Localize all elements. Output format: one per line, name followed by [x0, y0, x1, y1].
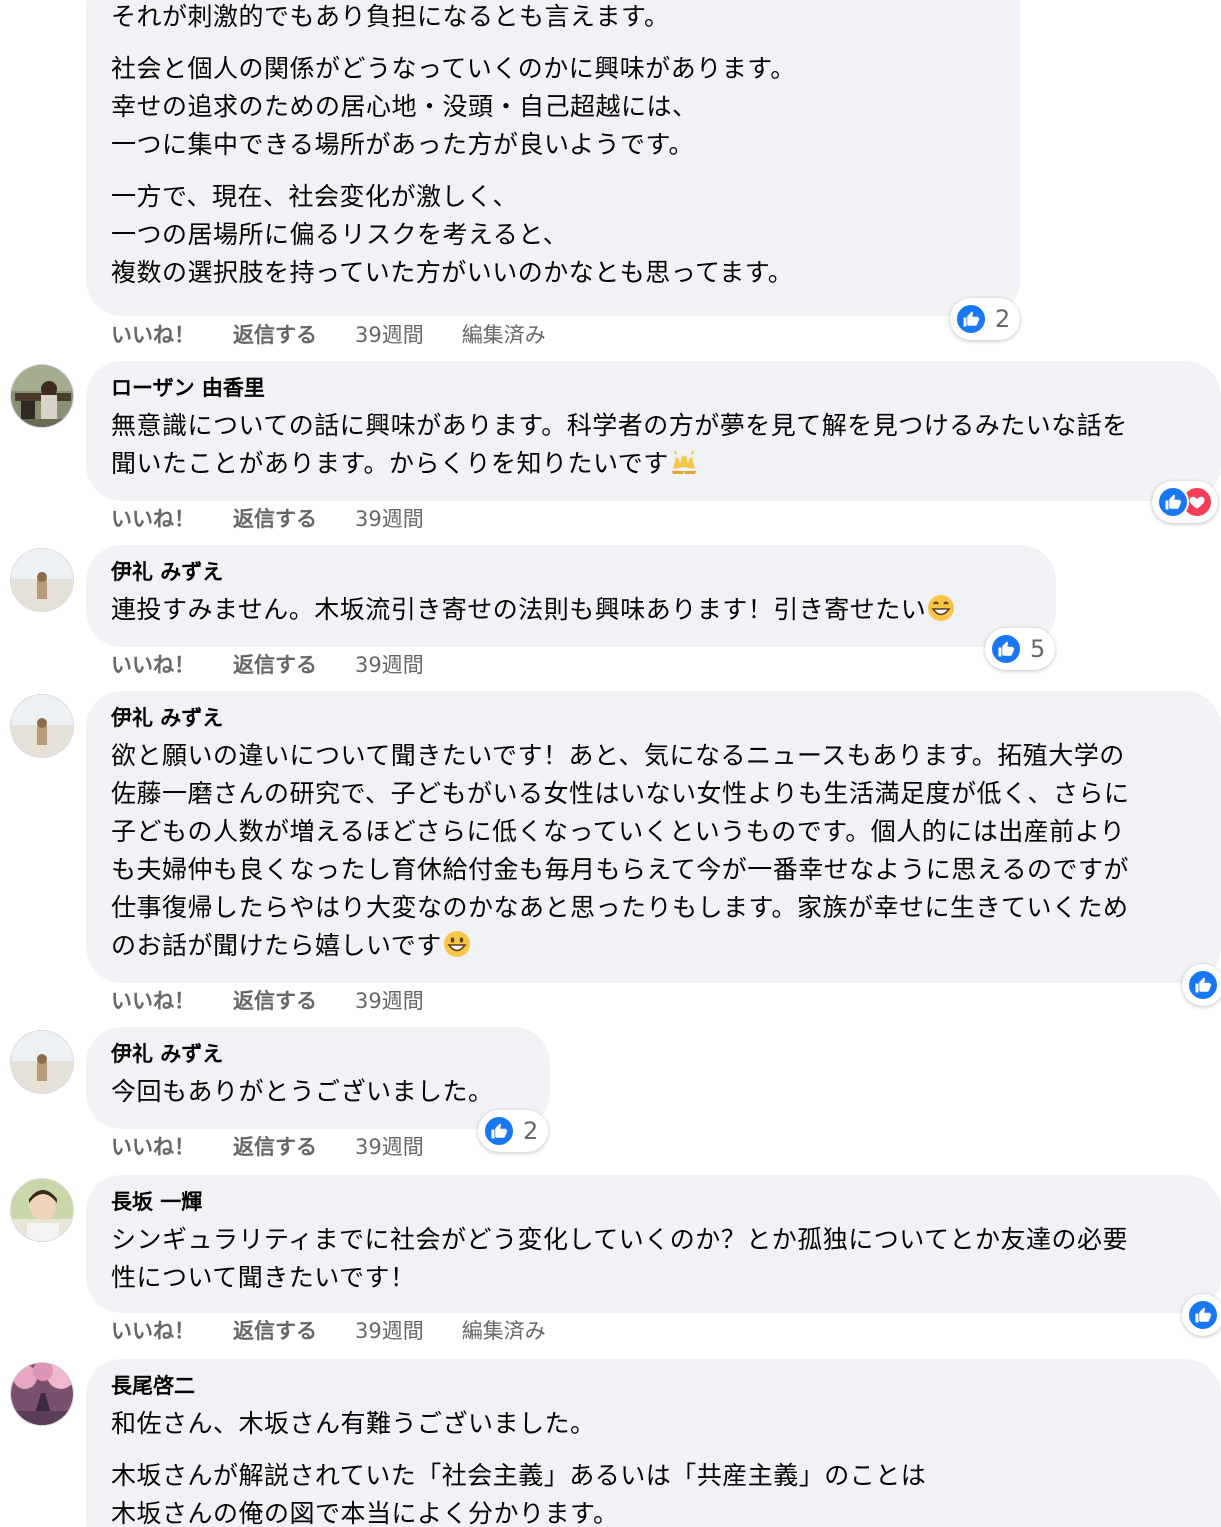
- like-icon: [955, 303, 987, 335]
- reaction-summary[interactable]: [1182, 1294, 1221, 1336]
- edited-label: 編集済み: [461, 1319, 546, 1343]
- timestamp[interactable]: 39週間: [355, 1134, 424, 1160]
- reply-link[interactable]: 返信する: [233, 652, 317, 678]
- comment-bubble: 伊礼 みずえ 欲と願いの違いについて聞きたいです！あと、気になるニュースもありま…: [86, 691, 1221, 983]
- comment-bubble: 伊礼 みずえ 今回もありがとうございました。: [86, 1027, 550, 1129]
- reply-link[interactable]: 返信する: [233, 506, 317, 532]
- comment-bubble: 長尾啓二 和佐さん、木坂さん有難うございました。 木坂さんが解説されていた「社会…: [86, 1359, 1221, 1527]
- comment-paragraph: 一方で、現在、社会変化が激しく、 一つの居場所に偏るリスクを考えると、 複数の選…: [111, 182, 794, 287]
- comment-author[interactable]: 伊礼 みずえ: [111, 1041, 526, 1067]
- like-icon: [483, 1115, 515, 1147]
- comment-actions: いいね！ 返信する 39週間: [111, 652, 462, 678]
- comment-paragraph: シンギュラリティまでに社会がどう変化していくのか？とか孤独についてとか友達の必要…: [111, 1225, 1129, 1292]
- comment-paragraph: 今回もありがとうございました。: [111, 1077, 494, 1106]
- comment-paragraph: 連投すみません。木坂流引き寄せの法則も興味あります！引き寄せたい: [111, 595, 927, 624]
- comment-bubble: それが刺激的でもあり負担になるとも言えます。 社会と個人の関係がどうなっていくの…: [86, 0, 1020, 316]
- comment-text: 無意識についての話に興味があります。科学者の方が夢を見て解を見つけるみたいな話を…: [111, 407, 1197, 483]
- reply-link[interactable]: 返信する: [233, 322, 317, 348]
- comment-paragraph: 無意識についての話に興味があります。科学者の方が夢を見て解を見つけるみたいな話を…: [111, 411, 1128, 478]
- comment-actions: いいね！ 返信する 39週間: [111, 506, 462, 532]
- like-link[interactable]: いいね！: [111, 322, 195, 348]
- like-link[interactable]: いいね！: [111, 1318, 195, 1344]
- comment-paragraph: それが刺激的でもあり負担になるとも言えます。: [111, 2, 670, 31]
- avatar[interactable]: [10, 1362, 74, 1426]
- reaction-summary[interactable]: [1182, 964, 1221, 1006]
- avatar[interactable]: [10, 694, 74, 758]
- reaction-count: 2: [995, 305, 1011, 333]
- timestamp[interactable]: 39週間: [355, 1318, 424, 1344]
- edited-label: 編集済み: [461, 323, 546, 347]
- comment-actions: いいね！ 返信する 39週間 編集済み: [111, 322, 584, 348]
- like-link[interactable]: いいね！: [111, 652, 195, 678]
- comment-author[interactable]: ローザン 由香里: [111, 375, 1197, 401]
- comment-author[interactable]: 伊礼 みずえ: [111, 559, 1032, 585]
- comment-author[interactable]: 長尾啓二: [111, 1373, 1197, 1399]
- like-link[interactable]: いいね！: [111, 506, 195, 532]
- reply-link[interactable]: 返信する: [233, 988, 317, 1014]
- comment-paragraph: 社会と個人の関係がどうなっていくのかに興味があります。 幸せの追求のための居心地…: [111, 54, 796, 159]
- comment-author[interactable]: 長坂 一輝: [111, 1189, 1197, 1215]
- avatar[interactable]: [10, 364, 74, 428]
- raising-hands-emoji-icon: [671, 450, 696, 474]
- avatar[interactable]: [10, 1030, 74, 1094]
- smile-emoji-icon: [443, 931, 470, 957]
- avatar[interactable]: [10, 548, 74, 612]
- comment-actions: いいね！ 返信する 39週間: [111, 988, 462, 1014]
- like-icon: [1187, 1299, 1219, 1331]
- comment-actions: いいね！ 返信する 39週間 編集済み: [111, 1318, 584, 1344]
- avatar[interactable]: [10, 1178, 74, 1242]
- like-icon: [990, 633, 1022, 665]
- timestamp[interactable]: 39週間: [355, 988, 424, 1014]
- comment-bubble: 長坂 一輝 シンギュラリティまでに社会がどう変化していくのか？とか孤独についてと…: [86, 1175, 1221, 1313]
- timestamp[interactable]: 39週間: [355, 322, 424, 348]
- reaction-count: 2: [523, 1117, 539, 1145]
- reaction-summary[interactable]: 2: [950, 298, 1021, 340]
- timestamp[interactable]: 39週間: [355, 652, 424, 678]
- like-link[interactable]: いいね！: [111, 1134, 195, 1160]
- comment-paragraph: 木坂さんが解説されていた「社会主義」あるいは「共産主義」のことは 木坂さんの俺の…: [111, 1461, 927, 1527]
- comment-text: 連投すみません。木坂流引き寄せの法則も興味あります！引き寄せたい: [111, 591, 1032, 629]
- like-icon: [1157, 486, 1189, 518]
- comment-bubble: 伊礼 みずえ 連投すみません。木坂流引き寄せの法則も興味あります！引き寄せたい: [86, 545, 1056, 647]
- comment-paragraph: 欲と願いの違いについて聞きたいです！あと、気になるニュースもあります。拓殖大学の…: [111, 741, 1130, 960]
- reaction-summary[interactable]: [1152, 481, 1218, 523]
- reaction-count: 5: [1030, 635, 1046, 663]
- reaction-summary[interactable]: 5: [985, 628, 1056, 670]
- comment-author[interactable]: 伊礼 みずえ: [111, 705, 1197, 731]
- comment-paragraph: 和佐さん、木坂さん有難うございました。: [111, 1409, 596, 1438]
- timestamp[interactable]: 39週間: [355, 506, 424, 532]
- reply-link[interactable]: 返信する: [233, 1318, 317, 1344]
- comment-actions: いいね！ 返信する 39週間: [111, 1134, 462, 1160]
- like-link[interactable]: いいね！: [111, 988, 195, 1014]
- comment-text: 欲と願いの違いについて聞きたいです！あと、気になるニュースもあります。拓殖大学の…: [111, 737, 1197, 965]
- grinning-emoji-icon: [928, 595, 955, 621]
- reaction-summary[interactable]: 2: [478, 1110, 549, 1152]
- like-icon: [1187, 969, 1219, 1001]
- comment-bubble: ローザン 由香里 無意識についての話に興味があります。科学者の方が夢を見て解を見…: [86, 361, 1221, 501]
- reply-link[interactable]: 返信する: [233, 1134, 317, 1160]
